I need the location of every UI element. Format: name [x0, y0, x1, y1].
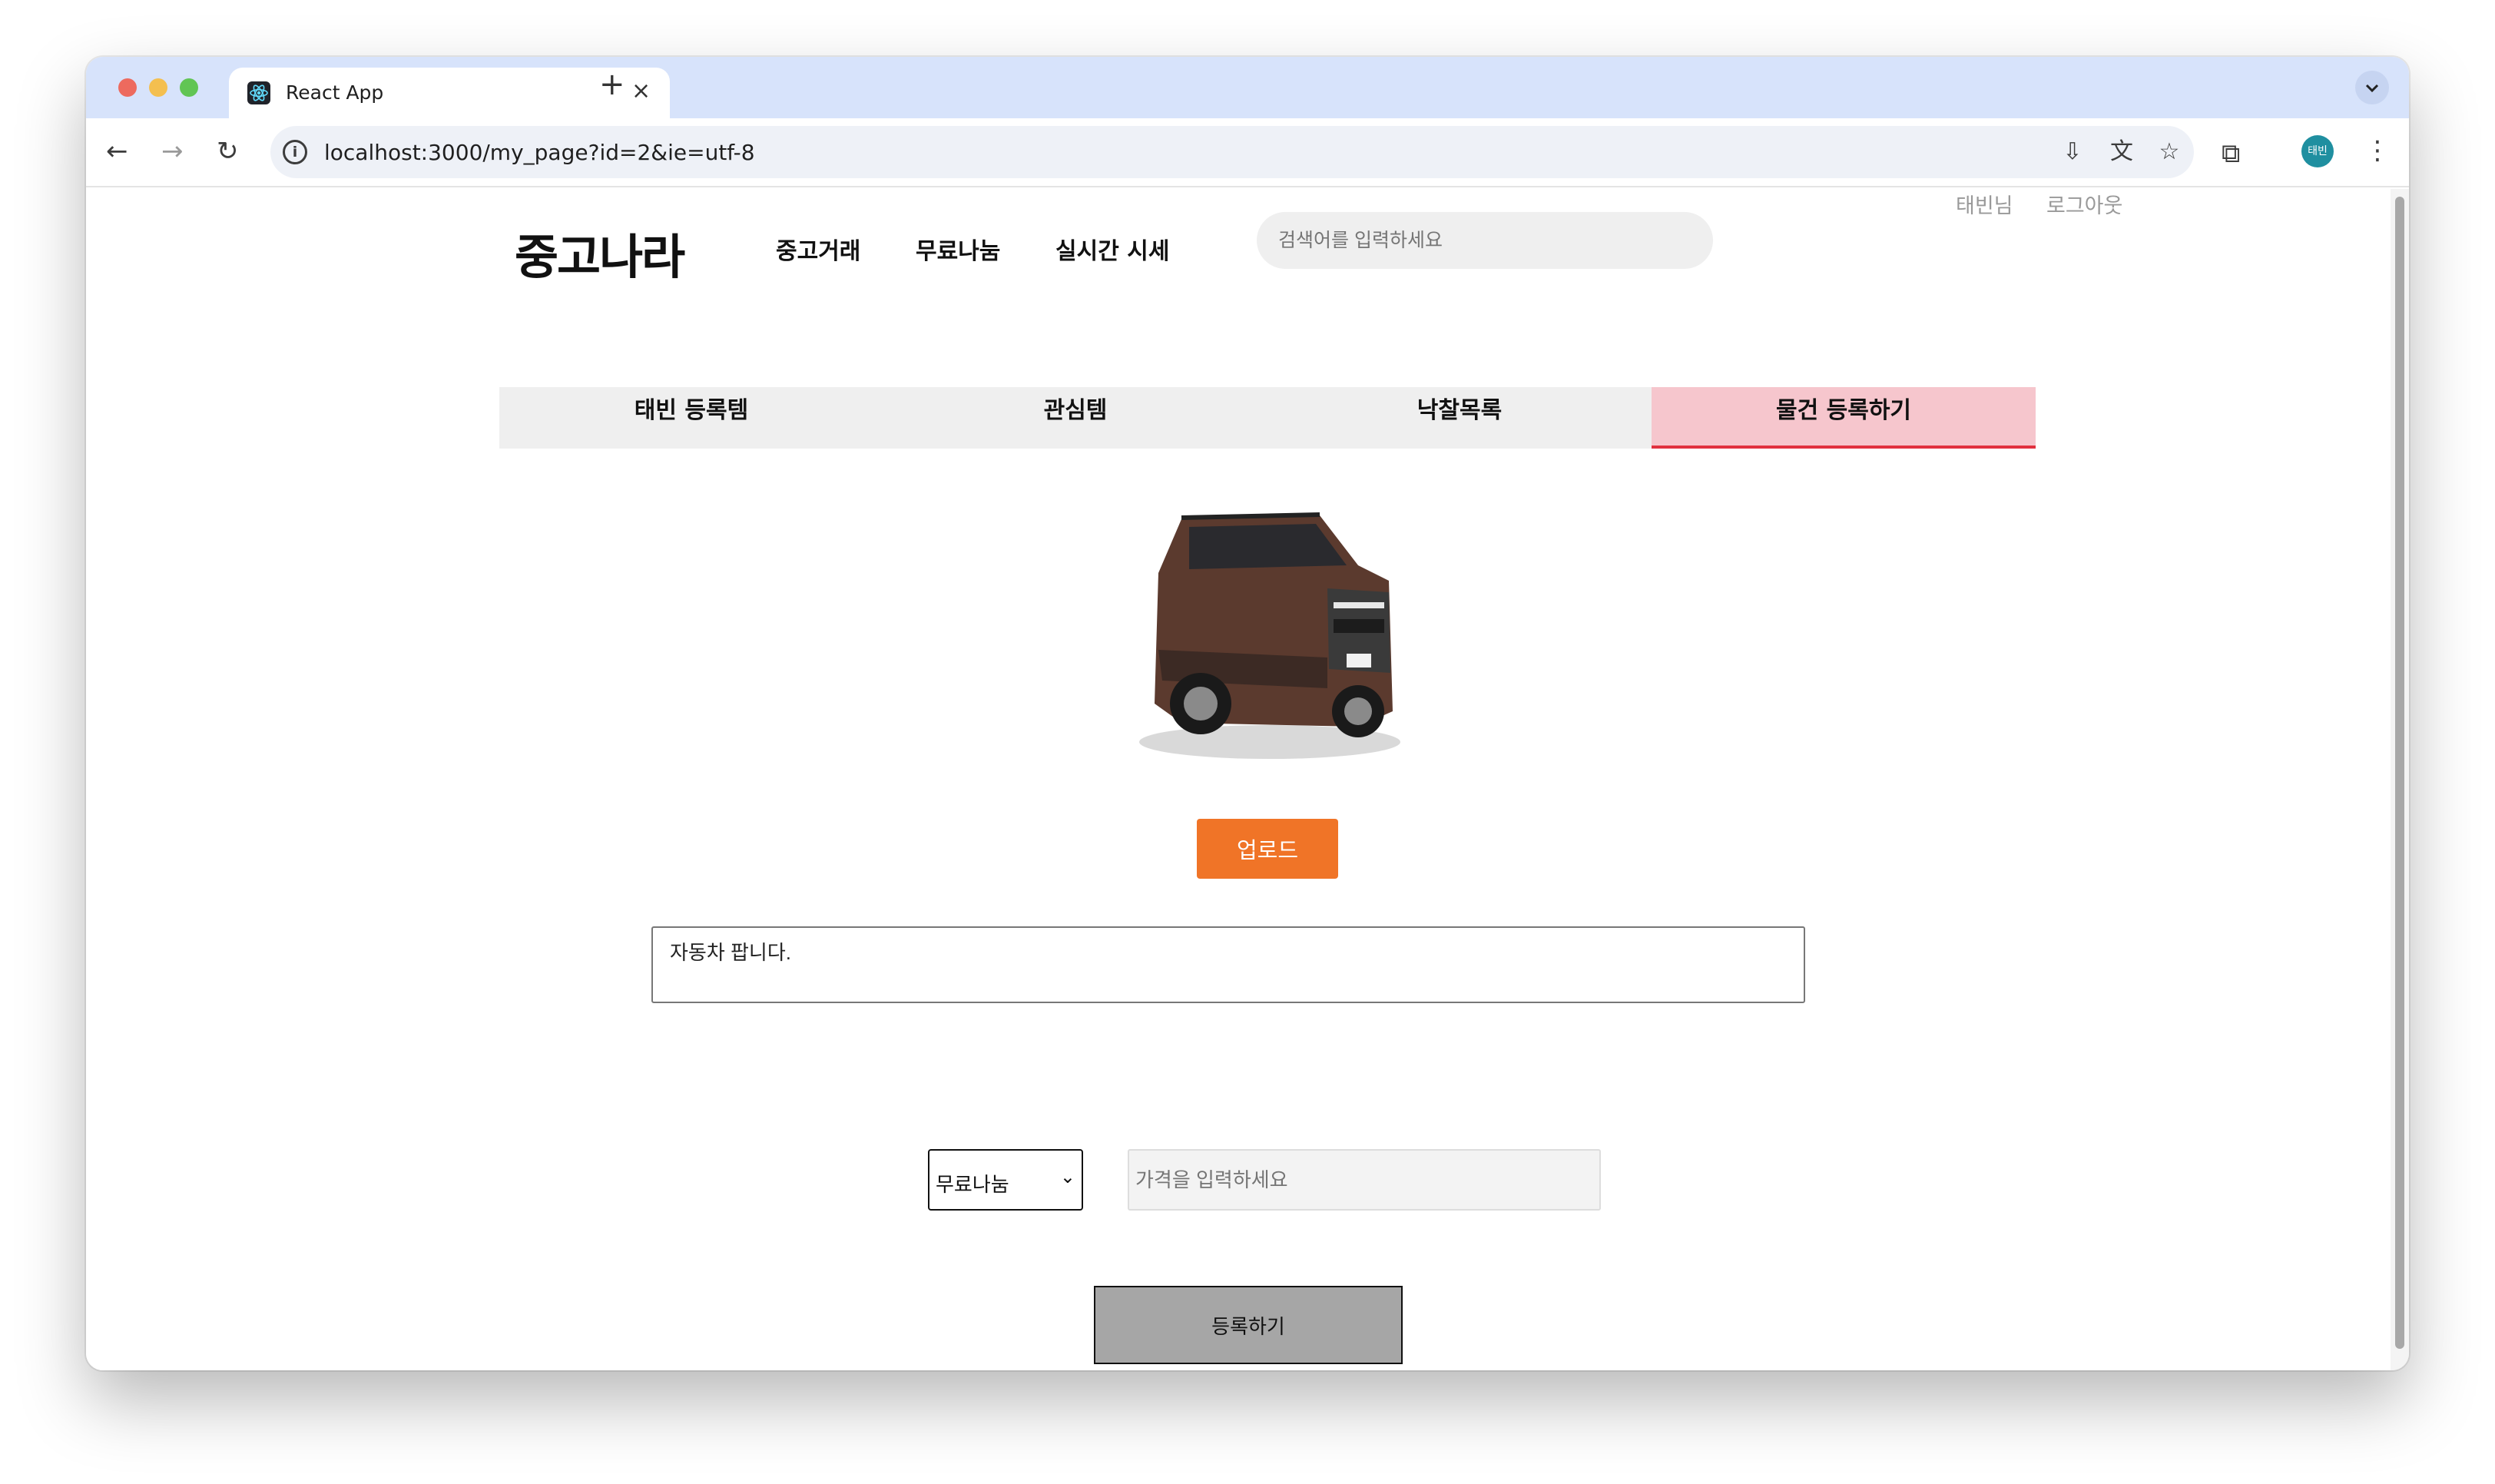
new-tab-icon[interactable]: +	[599, 69, 625, 100]
search-input[interactable]	[1257, 212, 1713, 269]
tab-register-item[interactable]: 물건 등록하기	[1652, 387, 2036, 449]
user-name-link[interactable]: 태빈님	[1956, 189, 2013, 219]
chevron-down-icon: ⌄	[1059, 1166, 1075, 1188]
profile-avatar[interactable]: 태빈	[2301, 135, 2334, 167]
reload-icon[interactable]: ↻	[217, 138, 239, 164]
back-arrow-icon[interactable]: ←	[106, 138, 128, 164]
forward-arrow-icon[interactable]: →	[161, 138, 184, 164]
url-text[interactable]: localhost:3000/my_page?id=2&ie=utf-8	[324, 140, 755, 165]
browser-window: React App × + ← → ↻ i localhost:3000/my_…	[86, 57, 2409, 1370]
trade-type-select[interactable]: 무료나눔 ⌄	[928, 1149, 1083, 1211]
address-bar[interactable]: i localhost:3000/my_page?id=2&ie=utf-8 ⇩…	[270, 126, 2194, 178]
scrollbar-thumb[interactable]	[2395, 197, 2404, 1349]
chevron-down-icon	[2365, 84, 2379, 93]
upload-button[interactable]: 업로드	[1197, 819, 1338, 879]
trade-type-value: 무료나눔	[936, 1174, 1009, 1197]
submit-button[interactable]: 등록하기	[1094, 1286, 1403, 1364]
maximize-window-button[interactable]	[180, 78, 198, 97]
browser-toolbar: ← → ↻ i localhost:3000/my_page?id=2&ie=u…	[86, 118, 2409, 187]
my-page-tabs: 태빈 등록템 관심템 낙찰목록 물건 등록하기	[499, 387, 2036, 449]
page-content: 중고나라 중고거래 무료나눔 실시간 시세 태빈님 로그아웃 태빈 등록템 관심…	[86, 189, 2391, 1370]
item-preview-image	[1128, 481, 1412, 773]
close-tab-icon[interactable]: ×	[631, 78, 651, 104]
tab-title: React App	[286, 81, 384, 104]
nav-free-share[interactable]: 무료나눔	[916, 232, 1000, 266]
nav-used-trade[interactable]: 중고거래	[776, 232, 860, 266]
minimize-window-button[interactable]	[149, 78, 167, 97]
react-favicon-icon	[247, 81, 270, 104]
description-textarea[interactable]: 자동차 팝니다.	[651, 926, 1805, 1003]
tab-won-bids[interactable]: 낙찰목록	[1267, 387, 1652, 449]
site-logo[interactable]: 중고나라	[515, 218, 685, 287]
extensions-icon[interactable]: ⧉	[2222, 138, 2240, 169]
nav-live-price[interactable]: 실시간 시세	[1055, 232, 1169, 266]
tab-wishlist[interactable]: 관심템	[883, 387, 1267, 449]
price-input[interactable]	[1128, 1149, 1601, 1211]
bookmark-star-icon[interactable]: ☆	[2155, 138, 2183, 166]
install-app-icon[interactable]: ⇩	[2059, 138, 2086, 166]
translate-icon[interactable]: 文	[2108, 138, 2135, 166]
site-info-icon[interactable]: i	[283, 140, 307, 164]
tab-my-items[interactable]: 태빈 등록템	[499, 387, 883, 449]
page-scrollbar[interactable]	[2391, 189, 2409, 1370]
logout-link[interactable]: 로그아웃	[2046, 189, 2122, 219]
close-window-button[interactable]	[118, 78, 137, 97]
tab-strip: React App × +	[86, 57, 2409, 118]
browser-menu-icon[interactable]: ⋮	[2364, 135, 2391, 166]
tab-search-button[interactable]	[2355, 71, 2389, 104]
